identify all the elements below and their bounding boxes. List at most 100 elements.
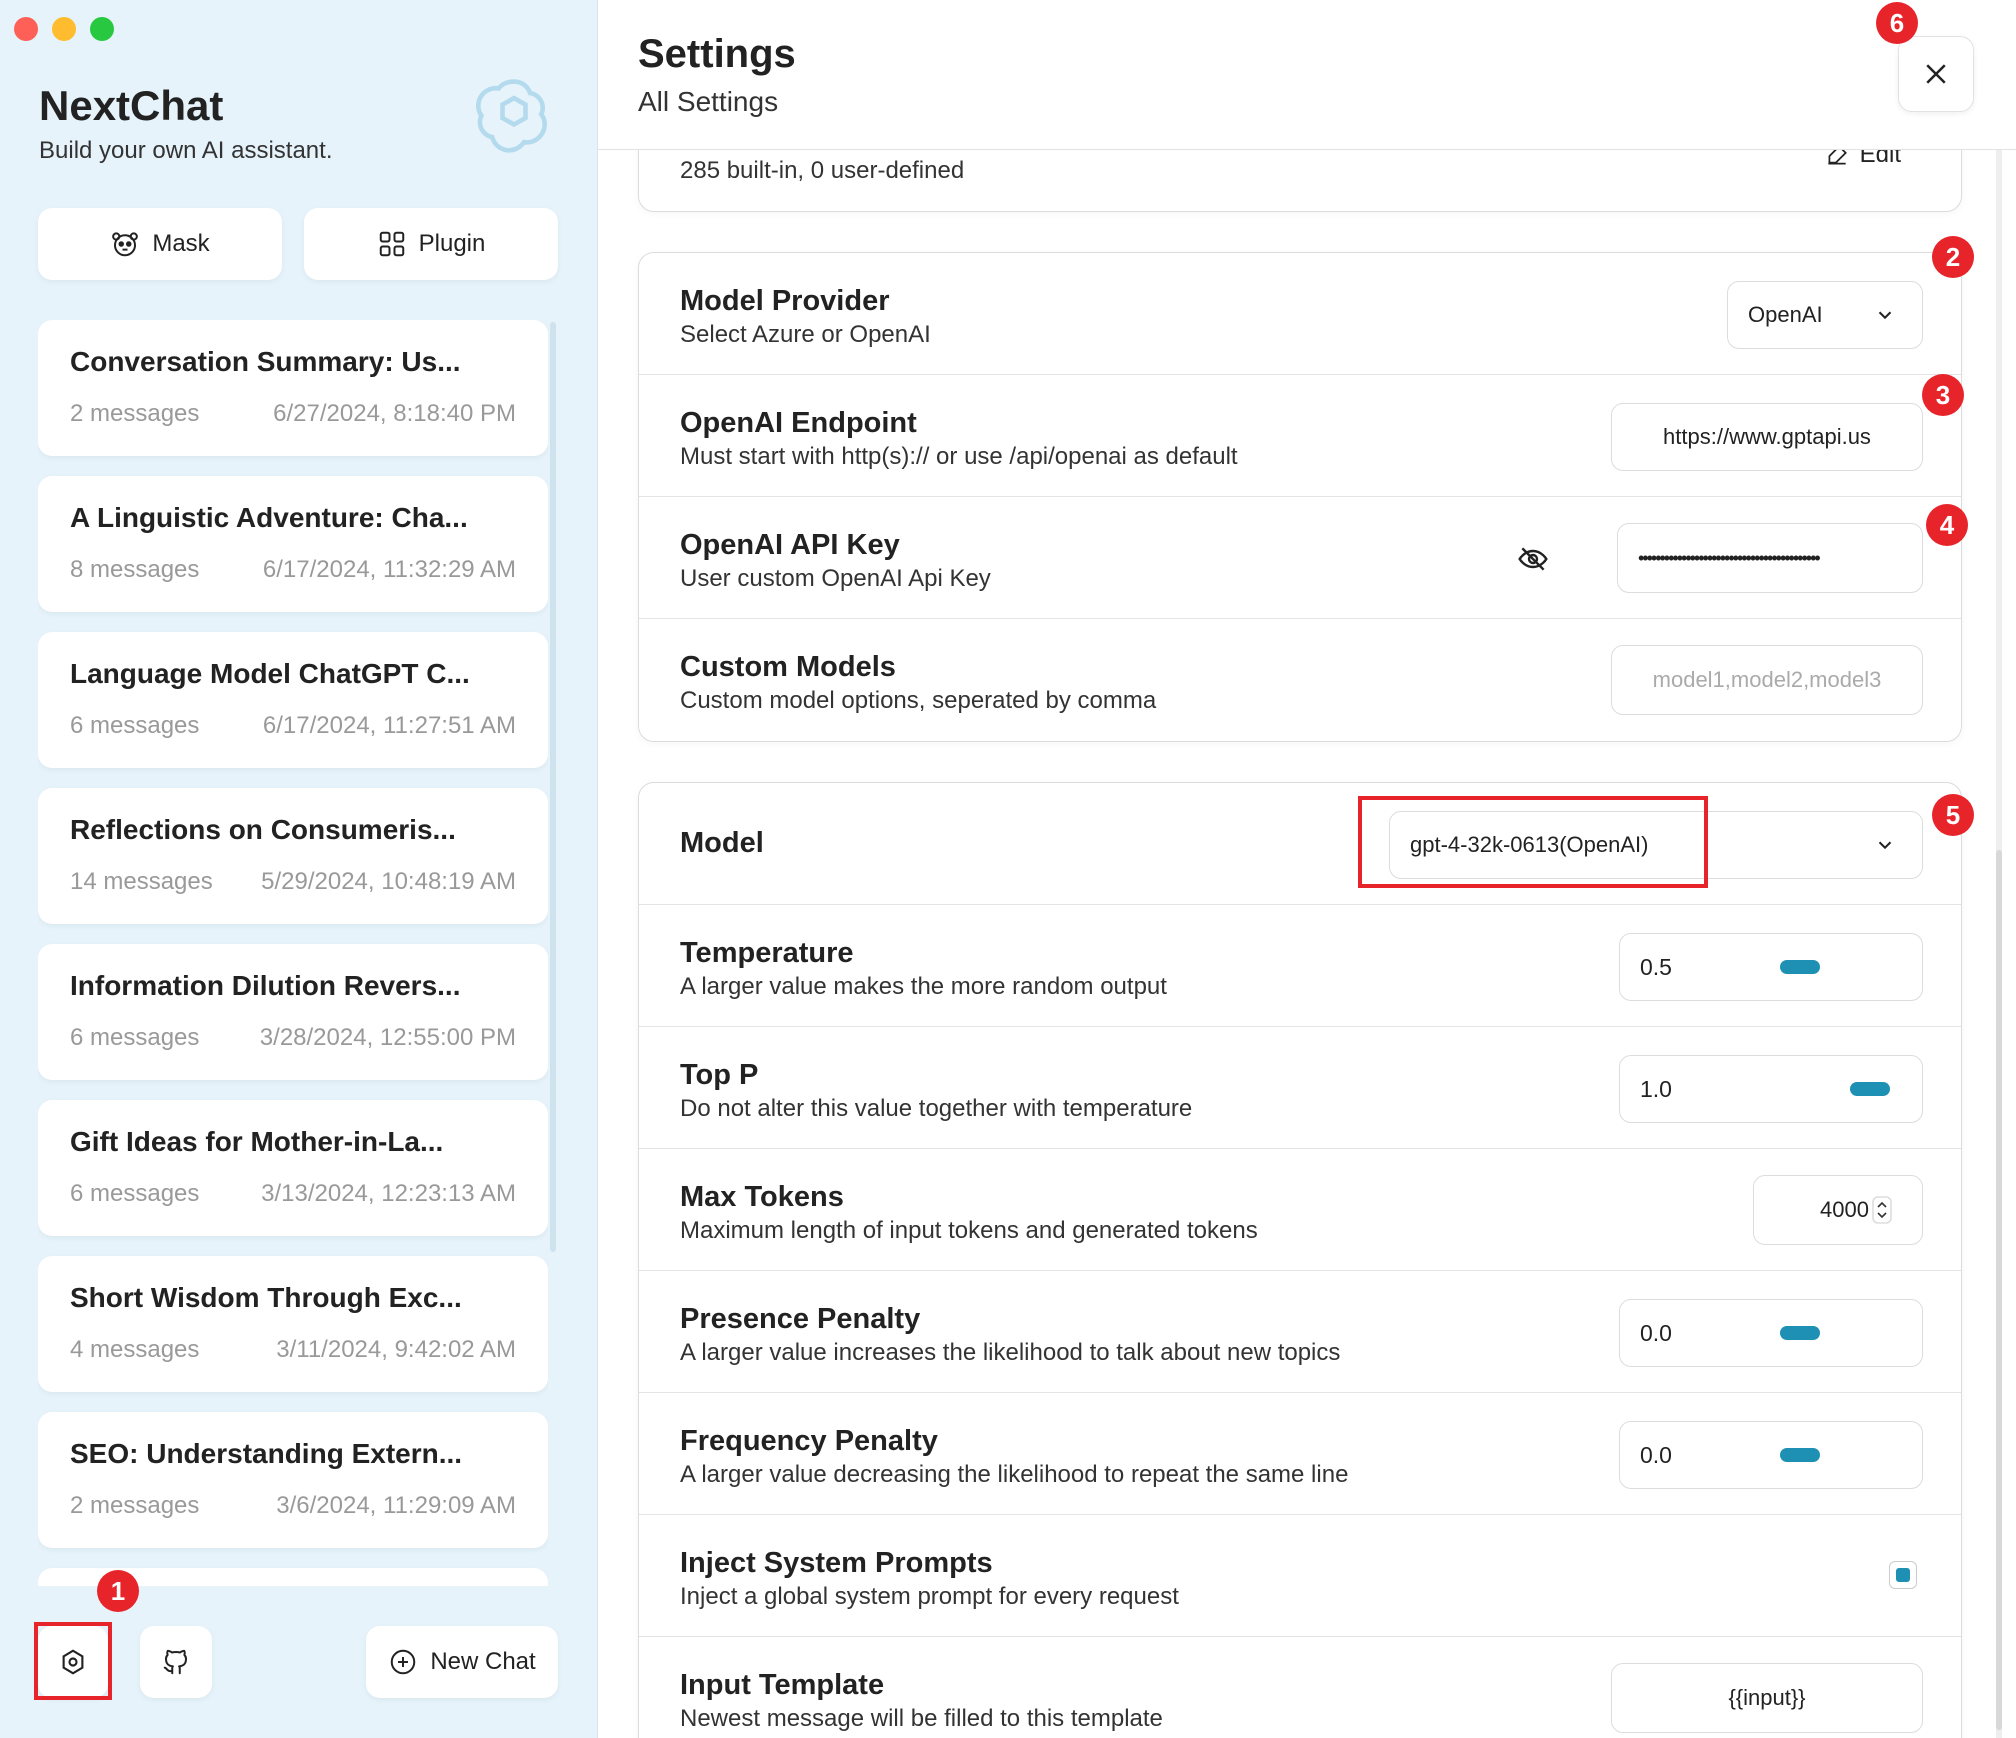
chat-item[interactable]: Gift Ideas for Mother-in-La... 6 message… [38,1100,548,1236]
chat-item[interactable]: Language Model ChatGPT C... 6 messages 6… [38,632,548,768]
mask-button[interactable]: Mask [38,208,282,280]
provider-settings-card: Model Provider Select Azure or OpenAI Op… [638,252,1962,742]
model-settings-card: Model gpt-4-32k-0613(OpenAI) Temperature… [638,782,1962,1738]
github-button[interactable] [140,1626,212,1698]
model-provider-select[interactable]: OpenAI [1727,281,1923,349]
openai-api-key-input[interactable]: ••••••••••••••••••••••••••••••••••••••••… [1617,523,1923,593]
max-tokens-input[interactable]: 4000 [1753,1175,1923,1245]
sidebar: NextChat Build your own AI assistant. Ma… [0,0,598,1738]
temperature-desc: A larger value makes the more random out… [680,973,1167,1000]
mask-icon [112,232,139,257]
temperature-slider-thumb[interactable] [1780,960,1820,974]
openai-api-key-value: ••••••••••••••••••••••••••••••••••••••••… [1638,547,1821,568]
new-chat-button[interactable]: New Chat [366,1626,558,1698]
minimize-window-button[interactable] [52,17,76,41]
settings-scrollbar[interactable] [1996,150,2002,1738]
plugin-button[interactable]: Plugin [304,208,558,280]
frequency-penalty-row: Frequency Penalty A larger value decreas… [639,1393,1961,1515]
annotation-highlight-model [1358,796,1708,888]
frequency-penalty-slider-thumb[interactable] [1780,1448,1820,1462]
max-tokens-row: Max Tokens Maximum length of input token… [639,1149,1961,1271]
chat-title: Information Dilution Revers... [70,970,461,1001]
chat-message-count: 14 messages [70,868,213,895]
model-provider-value: OpenAI [1748,302,1823,327]
openai-endpoint-input[interactable]: https://www.gptapi.us [1611,403,1923,471]
input-template-desc: Newest message will be filled to this te… [680,1705,1163,1732]
close-settings-button[interactable] [1898,36,1974,112]
chat-date: 3/11/2024, 9:42:02 AM [276,1336,516,1363]
presence-penalty-row: Presence Penalty A larger value increase… [639,1271,1961,1393]
chat-list: Conversation Summary: Us... 2 messages 6… [38,320,548,1586]
annotation-highlight-settings [34,1622,112,1700]
chat-date: 6/17/2024, 11:27:51 AM [262,712,516,739]
new-chat-label: New Chat [430,1648,536,1675]
openai-api-key-row: OpenAI API Key User custom OpenAI Api Ke… [639,497,1961,619]
temperature-value: 0.5 [1640,953,1672,980]
annotation-badge: 2 [1932,236,1974,278]
input-template-input[interactable]: {{input}} [1611,1663,1923,1733]
chat-date: 3/28/2024, 12:55:00 PM [259,1024,516,1051]
openai-logo-icon [476,79,547,153]
app-title: NextChat [39,82,224,129]
chat-item[interactable]: A Linguistic Adventure: Cha... 8 message… [38,476,548,612]
chat-title: Short Wisdom Through Exc... [70,1282,462,1313]
frequency-penalty-slider[interactable]: 0.0 [1619,1421,1923,1489]
frequency-penalty-title: Frequency Penalty [680,1425,938,1457]
frequency-penalty-value: 0.0 [1640,1441,1672,1468]
chat-item[interactable]: SEO: Understanding Extern... 2 messages … [38,1412,548,1548]
top-p-slider-thumb[interactable] [1850,1082,1890,1096]
chat-item[interactable]: Short Wisdom Through Exc... 4 messages 3… [38,1256,548,1392]
chat-item[interactable]: Conversation Summary: Us... 2 messages 6… [38,320,548,456]
annotation-badge: 6 [1876,2,1918,44]
settings-panel: Settings All Settings 6 285 built-in, 0 … [598,0,2016,1738]
annotation-badge: 4 [1926,504,1968,546]
plugin-grid-icon [379,231,404,257]
chat-title: Conversation Summary: Us... [70,346,461,377]
chat-title: Reflections on Consumeris... [70,814,456,845]
chat-date: 5/29/2024, 10:48:19 AM [261,868,516,895]
openai-endpoint-title: OpenAI Endpoint [680,407,917,439]
chat-list-scrollbar[interactable] [550,322,556,1252]
presence-penalty-slider-thumb[interactable] [1780,1326,1820,1340]
model-title: Model [680,827,764,859]
temperature-row: Temperature A larger value makes the mor… [639,905,1961,1027]
temperature-slider[interactable]: 0.5 [1619,933,1923,1001]
custom-models-desc: Custom model options, seperated by comma [680,687,1157,714]
checkbox-checked-mark [1896,1568,1910,1582]
input-template-row: Input Template Newest message will be fi… [639,1637,1961,1738]
annotation-badge: 1 [97,1570,139,1612]
top-p-slider[interactable]: 1.0 [1619,1055,1923,1123]
openai-api-key-desc: User custom OpenAI Api Key [680,565,991,592]
close-window-button[interactable] [14,17,38,41]
maximize-window-button[interactable] [90,17,114,41]
inject-system-prompts-desc: Inject a global system prompt for every … [680,1583,1179,1610]
eye-off-icon[interactable] [1517,543,1549,575]
chat-item[interactable]: Information Dilution Revers... 6 message… [38,944,548,1080]
top-p-value: 1.0 [1640,1075,1672,1102]
inject-system-prompts-checkbox[interactable] [1889,1561,1917,1589]
chat-title: SEO: Understanding Extern... [70,1438,463,1469]
page-title: Settings [638,32,796,76]
chat-message-count: 2 messages [70,400,200,427]
openai-endpoint-row: OpenAI Endpoint Must start with http(s):… [639,375,1961,497]
annotation-badge: 3 [1922,374,1964,416]
chat-message-count: 4 messages [70,1336,200,1363]
mask-count-text: 285 built-in, 0 user-defined [680,157,965,184]
chat-message-count: 6 messages [70,1024,200,1051]
custom-models-input[interactable]: model1,model2,model3 [1611,645,1923,715]
settings-scrollbar-thumb[interactable] [1996,850,2002,1730]
top-p-row: Top P Do not alter this value together w… [639,1027,1961,1149]
input-template-title: Input Template [680,1669,885,1701]
openai-endpoint-value: https://www.gptapi.us [1663,424,1871,449]
chat-message-count: 2 messages [70,1492,200,1519]
presence-penalty-slider[interactable]: 0.0 [1619,1299,1923,1367]
page-subtitle: All Settings [638,86,779,117]
chat-title: Gift Ideas for Mother-in-La... [70,1126,444,1157]
model-row: Model gpt-4-32k-0613(OpenAI) [639,783,1961,905]
close-icon [1926,64,1946,84]
model-provider-row: Model Provider Select Azure or OpenAI Op… [639,253,1961,375]
plus-circle-icon [391,1649,416,1675]
chat-date: 3/13/2024, 12:23:13 AM [261,1180,516,1207]
chat-item[interactable]: Reflections on Consumeris... 14 messages… [38,788,548,924]
stepper-icon[interactable] [1872,1196,1892,1224]
